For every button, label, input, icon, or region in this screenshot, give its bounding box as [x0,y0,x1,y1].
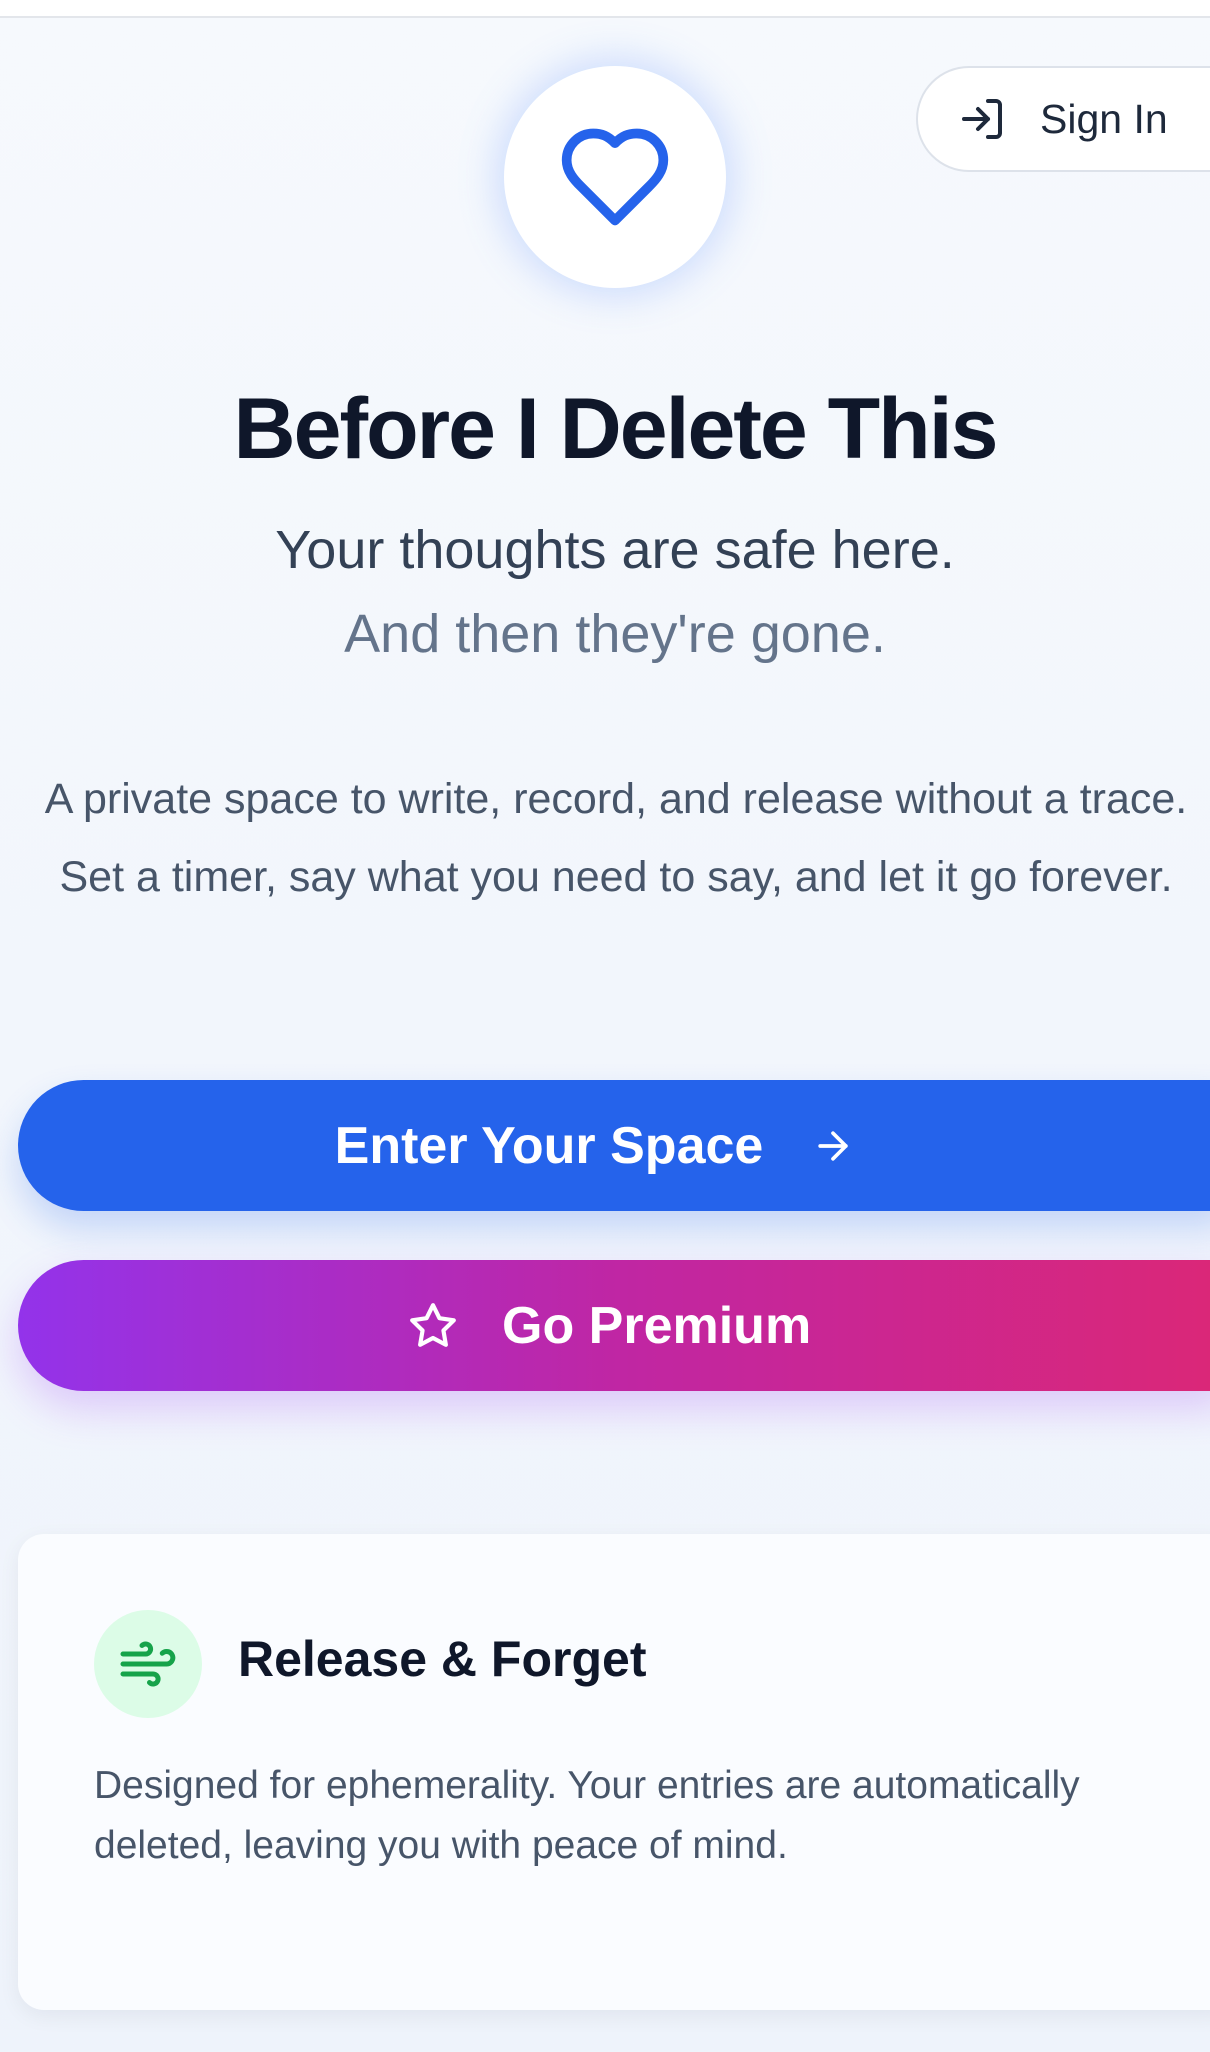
sign-in-button[interactable]: Sign In [916,66,1210,172]
feature-icon-badge [94,1610,202,1718]
log-in-icon [962,99,1002,139]
enter-space-button[interactable]: Enter Your Space [18,1080,1210,1211]
go-premium-label: Go Premium [502,1296,812,1355]
tagline-secondary: And then they're gone. [344,604,886,664]
sign-in-label: Sign In [1040,95,1168,142]
go-premium-button[interactable]: Go Premium [18,1260,1210,1391]
hero-description: A private space to write, record, and re… [44,775,1188,901]
app-logo [504,66,726,288]
top-divider [0,0,1210,18]
feature-card-release: Release & Forget Designed for ephemerali… [18,1534,1210,2010]
star-icon [410,1302,456,1347]
wind-icon [120,1641,176,1687]
feature-title: Release & Forget [238,1631,647,1687]
arrow-right-icon [818,1130,848,1161]
feature-description: Designed for ephemerality. Your entries … [94,1764,1080,1867]
tagline-primary: Your thoughts are safe here. [275,520,955,580]
enter-space-label: Enter Your Space [334,1116,764,1175]
page-title: Before I Delete This [233,381,999,477]
heart-icon [561,128,669,226]
